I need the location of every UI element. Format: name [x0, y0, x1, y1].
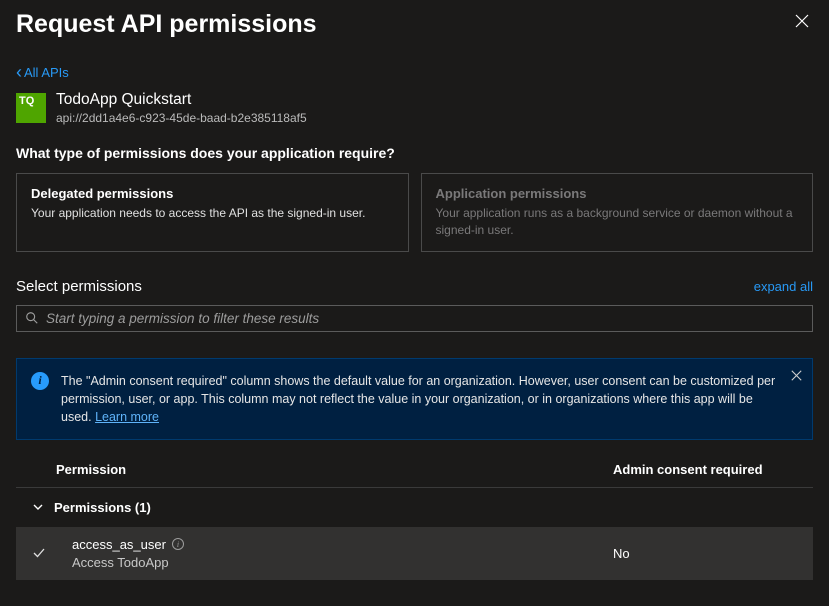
info-icon: i — [31, 372, 49, 390]
col-admin-consent: Admin consent required — [613, 462, 813, 477]
page-title: Request API permissions — [16, 10, 317, 39]
permission-type-question: What type of permissions does your appli… — [16, 145, 813, 161]
delegated-permissions-card[interactable]: Delegated permissions Your application n… — [16, 173, 409, 252]
checkmark-icon[interactable] — [32, 546, 56, 560]
info-banner: i The "Admin consent required" column sh… — [16, 358, 813, 440]
chevron-down-icon — [32, 501, 44, 513]
banner-text: The "Admin consent required" column show… — [61, 372, 776, 426]
card-title: Application permissions — [436, 186, 799, 201]
card-desc: Your application runs as a background se… — [436, 205, 799, 239]
card-title: Delegated permissions — [31, 186, 394, 201]
select-permissions-heading: Select permissions — [16, 278, 142, 295]
app-uri: api://2dd1a4e6-c923-45de-baad-b2e385118a… — [56, 111, 307, 125]
application-permissions-card[interactable]: Application permissions Your application… — [421, 173, 814, 252]
permission-desc: Access TodoApp — [72, 555, 613, 570]
learn-more-link[interactable]: Learn more — [95, 410, 159, 424]
expand-all-link[interactable]: expand all — [754, 279, 813, 294]
app-icon: TQ — [16, 93, 46, 123]
close-icon[interactable] — [791, 10, 813, 36]
group-label: Permissions (1) — [54, 500, 151, 515]
admin-consent-value: No — [613, 546, 813, 561]
back-link-label: All APIs — [24, 65, 69, 80]
permission-name: access_as_user i — [72, 537, 184, 552]
card-desc: Your application needs to access the API… — [31, 205, 394, 222]
search-input[interactable] — [46, 311, 804, 326]
search-icon — [25, 311, 39, 325]
table-header: Permission Admin consent required — [16, 462, 813, 488]
app-name: TodoApp Quickstart — [56, 91, 307, 109]
table-row[interactable]: access_as_user i Access TodoApp No — [16, 527, 813, 580]
info-icon[interactable]: i — [172, 538, 184, 550]
back-link-all-apis[interactable]: All APIs — [16, 63, 69, 81]
app-header: TQ TodoApp Quickstart api://2dd1a4e6-c92… — [16, 91, 813, 125]
banner-close-icon[interactable] — [791, 369, 802, 384]
col-permission: Permission — [56, 462, 613, 477]
search-box[interactable] — [16, 305, 813, 332]
permission-group-row[interactable]: Permissions (1) — [16, 488, 813, 527]
